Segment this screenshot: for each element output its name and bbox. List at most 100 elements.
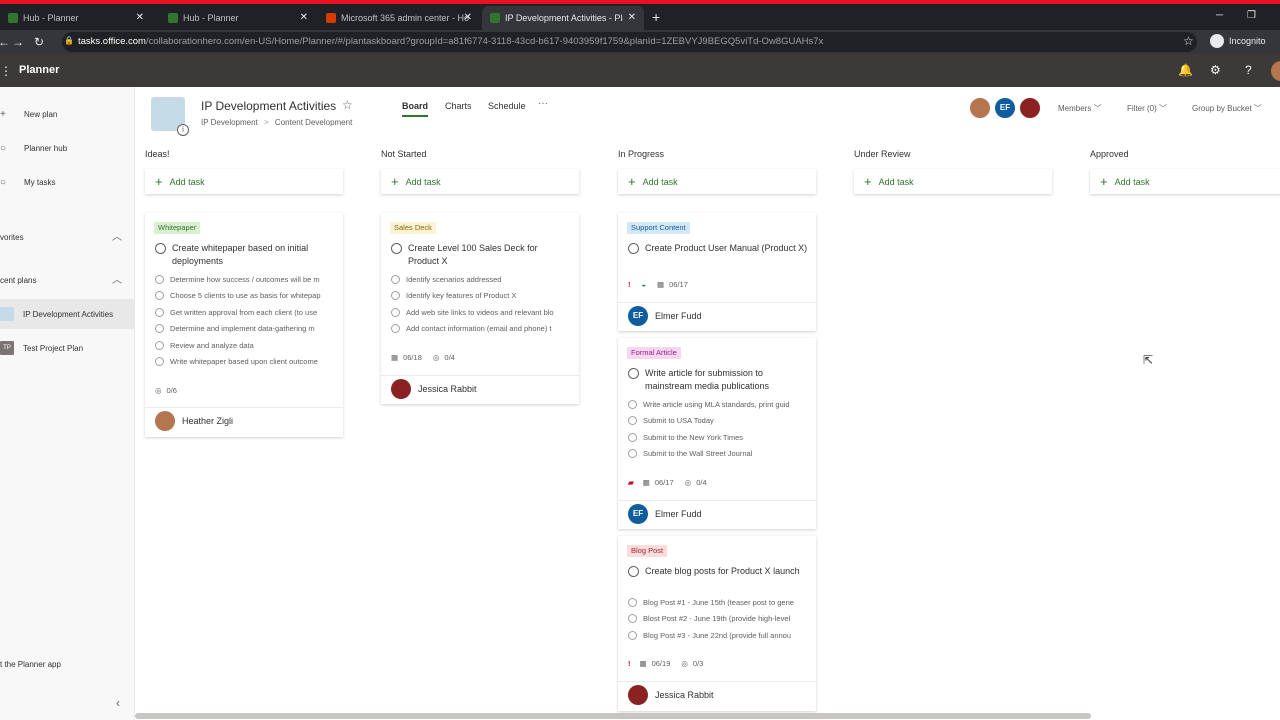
- members-button[interactable]: Members ﹀: [1058, 103, 1102, 114]
- avatar[interactable]: EF: [994, 97, 1016, 119]
- lock-icon[interactable]: 🔒: [64, 36, 74, 45]
- checklist-item[interactable]: Blog Post #1 - June 15th (teaser post to…: [628, 598, 808, 607]
- incognito-indicator[interactable]: Incognito: [1210, 34, 1266, 48]
- checkbox-icon[interactable]: [155, 291, 164, 300]
- checkbox-icon[interactable]: [628, 631, 637, 640]
- checkbox-icon[interactable]: [628, 400, 637, 409]
- checklist-item[interactable]: Blost Post #2 - June 19th (provide high-…: [628, 614, 808, 623]
- avatar[interactable]: [1271, 61, 1280, 81]
- checkbox-icon[interactable]: [391, 308, 400, 317]
- forward-icon[interactable]: →: [12, 35, 24, 49]
- new-tab-icon[interactable]: +: [652, 9, 660, 25]
- task-card[interactable]: Formal Article Write article for submiss…: [618, 338, 816, 529]
- browser-tab[interactable]: Microsoft 365 admin center - Ho ✕: [318, 6, 480, 30]
- checkbox-icon[interactable]: [155, 341, 164, 350]
- complete-circle-icon[interactable]: [628, 368, 639, 379]
- checkbox-icon[interactable]: [628, 433, 637, 442]
- checkbox-icon[interactable]: [391, 291, 400, 300]
- help-icon[interactable]: ?: [1245, 63, 1252, 77]
- url-input[interactable]: tasks.office.com/collaborationhero.com/e…: [62, 32, 1197, 52]
- chevron-up-icon[interactable]: ︿: [112, 271, 122, 286]
- checkbox-icon[interactable]: [628, 614, 637, 623]
- browser-tab-active[interactable]: IP Development Activities - Plan ✕: [482, 6, 644, 30]
- browser-tab[interactable]: Hub - Planner ✕: [160, 6, 316, 30]
- browser-tab[interactable]: Hub - Planner ✕: [0, 6, 152, 30]
- close-icon[interactable]: ✕: [628, 12, 636, 23]
- checklist-item[interactable]: Identify key features of Product X: [391, 291, 571, 300]
- restore-icon[interactable]: ❐: [1247, 10, 1256, 21]
- checklist-item[interactable]: Blog Post #3 - June 22nd (provide full a…: [628, 631, 808, 640]
- info-icon[interactable]: i: [177, 124, 189, 136]
- task-card[interactable]: Support Content Create Product User Manu…: [618, 213, 816, 331]
- checklist-item[interactable]: Determine how success / outcomes will be…: [155, 275, 335, 284]
- checklist-item[interactable]: Identify scenarios addressed: [391, 275, 571, 284]
- bucket-name[interactable]: Approved: [1090, 149, 1129, 159]
- close-icon[interactable]: ✕: [300, 12, 308, 23]
- bell-icon[interactable]: 🔔: [1178, 63, 1193, 77]
- task-card[interactable]: Sales Deck Create Level 100 Sales Deck f…: [381, 213, 579, 404]
- checkbox-icon[interactable]: [391, 324, 400, 333]
- checklist-item[interactable]: Submit to the Wall Street Journal: [628, 449, 808, 458]
- app-launcher-icon[interactable]: ⋮: [0, 64, 12, 78]
- checklist-item[interactable]: Add web site links to videos and relevan…: [391, 308, 571, 317]
- assignee[interactable]: EF Elmer Fudd: [618, 302, 816, 328]
- more-icon[interactable]: ···: [538, 98, 548, 109]
- tab-schedule[interactable]: Schedule: [488, 101, 526, 111]
- complete-circle-icon[interactable]: [628, 566, 639, 577]
- minimize-icon[interactable]: ─: [1216, 10, 1223, 21]
- checklist-item[interactable]: Submit to the New York Times: [628, 433, 808, 442]
- avatar[interactable]: [1019, 97, 1041, 119]
- assignee[interactable]: Jessica Rabbit: [618, 681, 816, 707]
- checkbox-icon[interactable]: [155, 308, 164, 317]
- chevron-left-icon[interactable]: ‹: [116, 696, 120, 710]
- checkbox-icon[interactable]: [628, 449, 637, 458]
- gear-icon[interactable]: ⚙: [1210, 63, 1221, 77]
- reload-icon[interactable]: ↻: [34, 35, 44, 49]
- assignee[interactable]: Heather Zigli: [145, 407, 343, 433]
- bucket-name[interactable]: In Progress: [618, 149, 664, 159]
- task-card[interactable]: Whitepaper Create whitepaper based on in…: [145, 213, 343, 437]
- checklist-item[interactable]: Review and analyze data: [155, 341, 335, 350]
- get-app-link[interactable]: t the Planner app: [0, 660, 61, 669]
- checklist-item[interactable]: Write whitepaper based upon client outco…: [155, 357, 335, 366]
- sidebar-item-my-tasks[interactable]: ○ My tasks: [0, 167, 135, 197]
- assignee[interactable]: Jessica Rabbit: [381, 375, 579, 401]
- bucket-name[interactable]: Under Review: [854, 149, 911, 159]
- back-icon[interactable]: ←: [0, 35, 10, 49]
- tab-board[interactable]: Board: [402, 101, 429, 117]
- checklist-item[interactable]: Determine and implement data-gathering m: [155, 324, 335, 333]
- checkbox-icon[interactable]: [155, 275, 164, 284]
- add-task-button[interactable]: + Add task: [854, 169, 1052, 194]
- checkbox-icon[interactable]: [391, 275, 400, 284]
- sidebar-item-planner-hub[interactable]: ○ Planner hub: [0, 133, 135, 163]
- sidebar-item-ip-development[interactable]: IP Development Activities: [0, 299, 135, 329]
- checklist-item[interactable]: Add contact information (email and phone…: [391, 324, 571, 333]
- close-icon[interactable]: ✕: [136, 12, 144, 23]
- checklist-item[interactable]: Submit to USA Today: [628, 416, 808, 425]
- add-task-button[interactable]: + Add task: [381, 169, 579, 194]
- bucket-name[interactable]: Ideas!: [145, 149, 170, 159]
- checkbox-icon[interactable]: [155, 357, 164, 366]
- complete-circle-icon[interactable]: [628, 243, 639, 254]
- checklist-item[interactable]: Write article using MLA standards, print…: [628, 400, 808, 409]
- chevron-up-icon[interactable]: ︿: [112, 228, 122, 243]
- checkbox-icon[interactable]: [628, 416, 637, 425]
- checkbox-icon[interactable]: [628, 598, 637, 607]
- checklist-item[interactable]: Get written approval from each client (t…: [155, 308, 335, 317]
- complete-circle-icon[interactable]: [155, 243, 166, 254]
- bucket-name[interactable]: Not Started: [381, 149, 427, 159]
- bookmark-star-icon[interactable]: ☆: [1183, 34, 1194, 48]
- complete-circle-icon[interactable]: [391, 243, 402, 254]
- app-name[interactable]: Planner: [19, 64, 59, 76]
- add-task-button[interactable]: + Add task: [1090, 169, 1280, 194]
- add-task-button[interactable]: + Add task: [145, 169, 343, 194]
- avatar[interactable]: [969, 97, 991, 119]
- filter-button[interactable]: Filter (0) ﹀: [1127, 103, 1167, 114]
- close-icon[interactable]: ✕: [464, 12, 472, 23]
- sidebar-item-new-plan[interactable]: + New plan: [0, 99, 135, 129]
- checkbox-icon[interactable]: [155, 324, 164, 333]
- assignee[interactable]: EF Elmer Fudd: [618, 500, 816, 526]
- add-task-button[interactable]: + Add task: [618, 169, 816, 194]
- sidebar-item-test-project[interactable]: TP Test Project Plan: [0, 333, 135, 363]
- favorite-star-icon[interactable]: ☆: [342, 98, 353, 112]
